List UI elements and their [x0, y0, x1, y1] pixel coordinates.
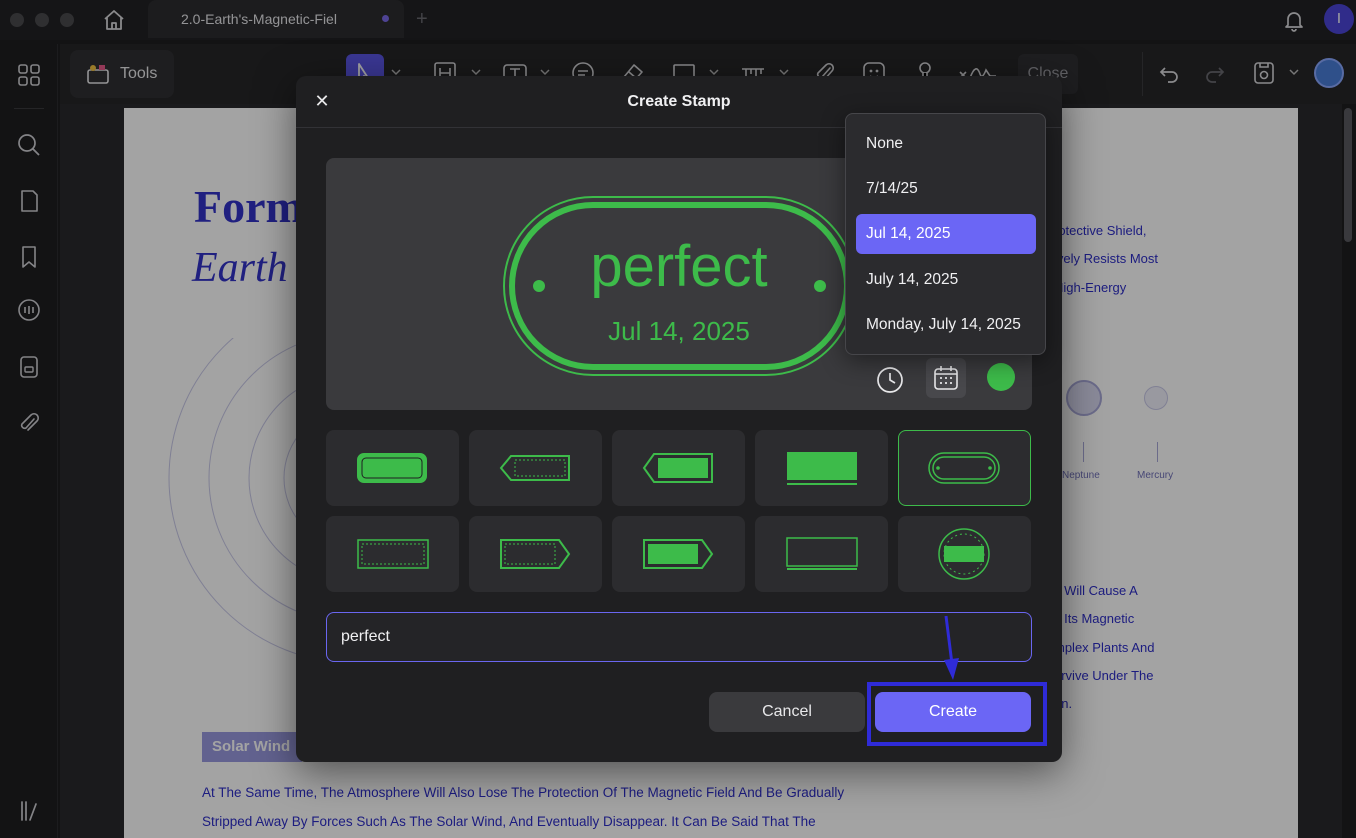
- stamp-template-graphic: [357, 453, 427, 483]
- stamp-template-arrow-right-filled[interactable]: [612, 516, 745, 592]
- date-format-option-selected[interactable]: Jul 14, 2025: [856, 214, 1036, 254]
- stamp-template-pill-selected[interactable]: [898, 430, 1031, 506]
- date-format-dropdown: None 7/14/25 Jul 14, 2025 July 14, 2025 …: [845, 113, 1046, 355]
- stamp-template-banner-outline[interactable]: [755, 516, 888, 592]
- dialog-title: Create Stamp: [627, 93, 731, 110]
- highlight-annotation-box: [867, 682, 1047, 746]
- stamp-template-rounded[interactable]: [326, 430, 459, 506]
- pointer-arrow-annotation: [944, 615, 959, 680]
- stamp-template-circle[interactable]: [898, 516, 1031, 592]
- stamp-preview-graphic: perfect Jul 14, 2025: [503, 196, 856, 376]
- stamp-preview-date: Jul 14, 2025: [608, 316, 750, 346]
- date-format-button[interactable]: [926, 358, 966, 398]
- date-format-option[interactable]: Monday, July 14, 2025: [856, 305, 1036, 345]
- stamp-text-input[interactable]: [326, 612, 1032, 662]
- stamp-template-arrow-left-outline[interactable]: [469, 430, 602, 506]
- calendar-icon: [934, 366, 958, 390]
- date-format-option[interactable]: 7/14/25: [856, 169, 1036, 209]
- stamp-template-graphic: [787, 452, 857, 485]
- stamp-template-graphic: [643, 539, 714, 569]
- cancel-button[interactable]: Cancel: [709, 692, 865, 732]
- stamp-template-graphic: [642, 453, 713, 483]
- stamp-template-graphic: [938, 528, 990, 580]
- stamp-template-banner-filled[interactable]: [755, 430, 888, 506]
- stamp-template-graphic: [500, 539, 571, 569]
- stamp-template-graphic: [786, 537, 858, 570]
- date-format-option[interactable]: July 14, 2025: [856, 260, 1036, 300]
- stamp-template-graphic: [499, 455, 570, 481]
- stamp-preview-text: perfect: [590, 234, 767, 299]
- stamp-template-rect-outline[interactable]: [326, 516, 459, 592]
- date-format-option[interactable]: None: [856, 124, 1036, 164]
- stamp-template-arrow-right-outline[interactable]: [469, 516, 602, 592]
- stamp-template-graphic: [357, 539, 429, 569]
- stamp-color-swatch[interactable]: [987, 363, 1015, 391]
- stamp-template-graphic: [928, 452, 1000, 484]
- stamp-template-arrow-both-filled[interactable]: [612, 430, 745, 506]
- clock-icon[interactable]: [874, 364, 906, 396]
